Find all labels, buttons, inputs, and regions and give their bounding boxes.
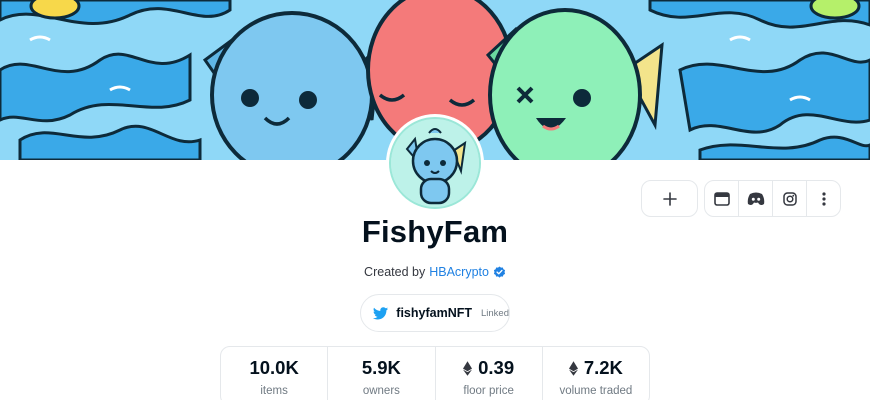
created-by-prefix: Created by xyxy=(364,265,426,279)
social-links-group xyxy=(704,180,841,217)
stat-value-text: 0.39 xyxy=(478,357,515,378)
stat-value: 7.2K xyxy=(568,357,623,379)
ethereum-icon xyxy=(463,360,473,376)
discord-icon xyxy=(747,192,764,205)
stat-value-text: 10.0K xyxy=(249,357,299,378)
twitter-link-pill[interactable]: fishyfamNFT Linked xyxy=(360,294,510,332)
avatar-image xyxy=(389,117,481,209)
stat-label: floor price xyxy=(463,385,514,397)
collection-title: FishyFam xyxy=(361,214,509,249)
instagram-icon xyxy=(782,191,797,206)
instagram-button[interactable] xyxy=(773,181,807,216)
website-button[interactable] xyxy=(705,181,739,216)
stat-label: owners xyxy=(362,385,400,397)
collection-page: FishyFam Created by HBAcrypto fishyfamNF… xyxy=(0,0,870,400)
collection-avatar[interactable] xyxy=(386,114,484,212)
fish-avatar-illustration xyxy=(391,119,479,207)
stat-owners[interactable]: 5.9K owners xyxy=(328,347,436,400)
stat-value-text: 7.2K xyxy=(583,357,623,378)
stat-label: items xyxy=(260,385,288,397)
creator-link[interactable]: HBAcrypto xyxy=(429,265,489,279)
twitter-icon xyxy=(373,306,389,319)
verified-badge-icon xyxy=(493,265,506,278)
collection-stats: 10.0K items 5.9K owners 0.39 floor price xyxy=(220,346,650,400)
stat-value: 10.0K xyxy=(249,357,298,379)
add-button[interactable] xyxy=(641,180,698,217)
discord-button[interactable] xyxy=(739,181,773,216)
ethereum-icon xyxy=(568,360,578,376)
stat-volume-traded[interactable]: 7.2K volume traded xyxy=(543,347,649,400)
more-vertical-icon xyxy=(821,191,826,206)
created-by-line: Created by HBAcrypto xyxy=(0,265,870,279)
stat-value-text: 5.9K xyxy=(361,357,401,378)
twitter-linked-status: Linked xyxy=(481,307,509,319)
stat-label: volume traded xyxy=(559,385,633,397)
browser-icon xyxy=(713,191,730,206)
stat-floor-price[interactable]: 0.39 floor price xyxy=(436,347,543,400)
stat-value: 0.39 xyxy=(463,357,514,379)
stat-items[interactable]: 10.0K items xyxy=(221,347,329,400)
twitter-handle: fishyfamNFT xyxy=(396,306,472,320)
stat-value: 5.9K xyxy=(362,357,401,379)
more-button[interactable] xyxy=(807,181,840,216)
plus-icon xyxy=(662,191,677,206)
